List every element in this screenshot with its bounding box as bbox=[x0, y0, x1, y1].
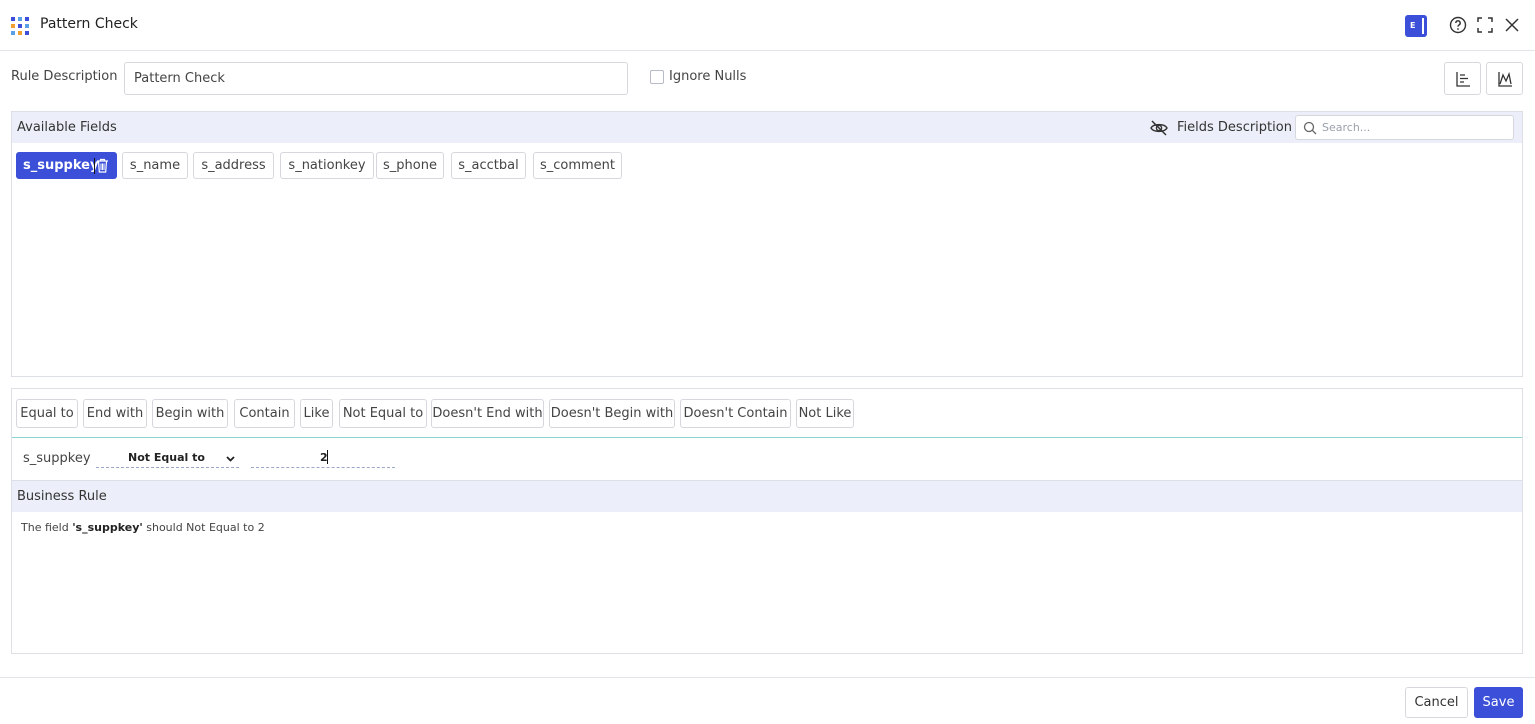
available-fields-title: Available Fields bbox=[17, 120, 117, 135]
fields-description-label: Fields Description bbox=[1177, 120, 1292, 135]
operator-not-like[interactable]: Not Like bbox=[796, 399, 854, 428]
footer-divider bbox=[0, 677, 1535, 678]
operator-doesnt-begin-with[interactable]: Doesn't Begin with bbox=[549, 399, 675, 428]
condition-value-input[interactable]: 2 bbox=[251, 449, 395, 468]
title-bar: Pattern Check E bbox=[0, 0, 1535, 51]
operator-doesnt-contain[interactable]: Doesn't Contain bbox=[680, 399, 791, 428]
text-cursor bbox=[94, 158, 95, 174]
field-chip-s-name[interactable]: s_name bbox=[122, 152, 188, 179]
distribution-chart-icon bbox=[1498, 71, 1512, 87]
available-fields-panel: Available Fields Fields Description s_su… bbox=[11, 111, 1523, 377]
ignore-nulls-checkbox[interactable] bbox=[650, 70, 664, 84]
operator-end-with[interactable]: End with bbox=[83, 399, 147, 428]
search-input[interactable] bbox=[1322, 118, 1510, 137]
save-button[interactable]: Save bbox=[1474, 687, 1523, 718]
chevron-down-icon bbox=[226, 456, 235, 462]
trash-icon[interactable] bbox=[96, 158, 109, 173]
ignore-nulls-label: Ignore Nulls bbox=[669, 69, 747, 84]
text-cursor bbox=[327, 450, 328, 464]
business-rule-title: Business Rule bbox=[17, 489, 107, 504]
operator-begin-with[interactable]: Begin with bbox=[152, 399, 228, 428]
field-chip-s-phone[interactable]: s_phone bbox=[376, 152, 444, 179]
environment-badge[interactable]: E bbox=[1405, 15, 1427, 37]
eye-off-icon[interactable] bbox=[1149, 118, 1169, 138]
business-rule-panel: Business Rule The field 's_suppkey' shou… bbox=[11, 480, 1523, 654]
available-fields-header: Available Fields Fields Description bbox=[12, 112, 1522, 143]
condition-operator-select[interactable]: Not Equal to bbox=[96, 449, 239, 468]
business-rule-text: The field 's_suppkey' should Not Equal t… bbox=[21, 521, 265, 534]
field-chip-s-comment[interactable]: s_comment bbox=[533, 152, 622, 179]
operator-doesnt-end-with[interactable]: Doesn't End with bbox=[431, 399, 544, 428]
operator-equal-to[interactable]: Equal to bbox=[16, 399, 78, 428]
window-title: Pattern Check bbox=[40, 16, 138, 32]
search-icon bbox=[1303, 121, 1317, 135]
environment-badge-letter: E bbox=[1410, 21, 1416, 30]
condition-operator-value: Not Equal to bbox=[128, 451, 205, 464]
field-chip-s-nationkey[interactable]: s_nationkey bbox=[280, 152, 374, 179]
field-chip-label: s_suppkey bbox=[23, 158, 99, 173]
environment-badge-bar bbox=[1422, 18, 1424, 34]
business-rule-header: Business Rule bbox=[12, 481, 1522, 512]
operator-contain[interactable]: Contain bbox=[234, 399, 295, 428]
rule-description-label: Rule Description bbox=[11, 69, 118, 84]
condition-field: s_suppkey bbox=[23, 451, 91, 466]
operator-not-equal-to[interactable]: Not Equal to bbox=[339, 399, 427, 428]
app-grid-icon bbox=[11, 17, 29, 35]
bar-chart-button[interactable] bbox=[1444, 62, 1481, 95]
operator-like[interactable]: Like bbox=[300, 399, 333, 428]
field-chip-s-address[interactable]: s_address bbox=[193, 152, 274, 179]
operators-panel: Equal to End with Begin with Contain Lik… bbox=[11, 388, 1523, 480]
rule-description-input[interactable] bbox=[124, 62, 628, 95]
help-icon[interactable] bbox=[1448, 15, 1468, 35]
distribution-chart-button[interactable] bbox=[1486, 62, 1523, 95]
bar-chart-icon bbox=[1456, 72, 1470, 87]
cancel-button[interactable]: Cancel bbox=[1405, 687, 1468, 718]
business-rule-field: 's_suppkey' bbox=[72, 521, 143, 534]
search-box bbox=[1295, 115, 1514, 140]
close-icon[interactable] bbox=[1502, 15, 1522, 35]
section-divider bbox=[12, 437, 1522, 438]
business-rule-prefix: The field bbox=[21, 521, 73, 534]
field-chip-s-acctbal[interactable]: s_acctbal bbox=[451, 152, 526, 179]
field-chip-s-suppkey[interactable]: s_suppkey bbox=[16, 152, 117, 179]
fullscreen-icon[interactable] bbox=[1475, 15, 1495, 35]
business-rule-suffix: should Not Equal to 2 bbox=[142, 521, 265, 534]
